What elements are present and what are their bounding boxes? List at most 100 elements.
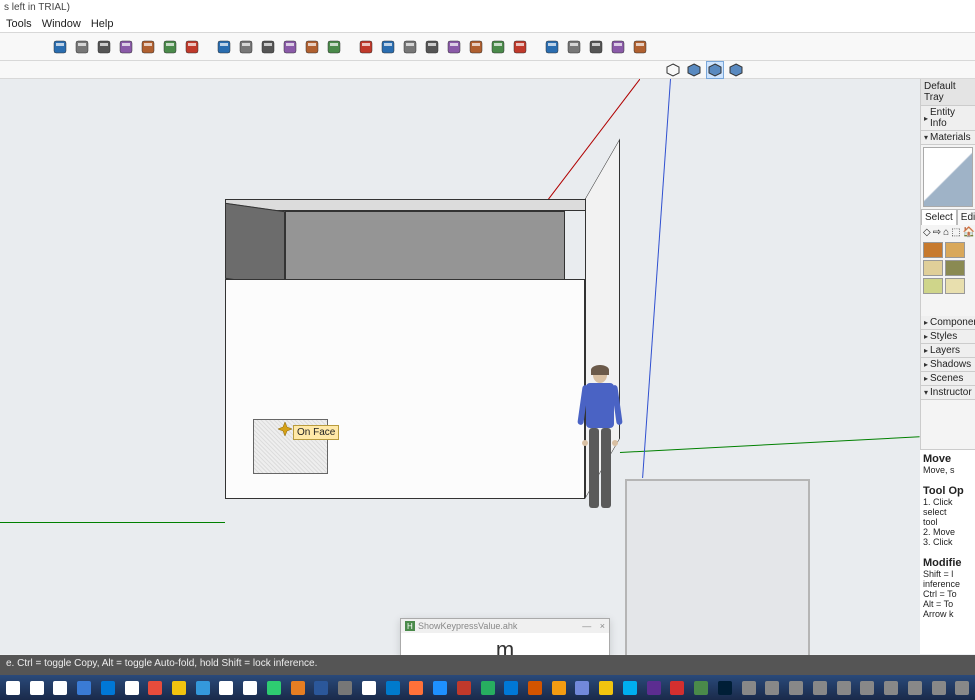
material-tool-2[interactable]: ⌂	[943, 227, 949, 238]
box-open-icon[interactable]	[280, 37, 300, 57]
taskbar-shield-icon[interactable]	[192, 678, 214, 698]
taskbar-chrome-icon[interactable]	[287, 678, 309, 698]
menu-window[interactable]: Window	[42, 18, 81, 30]
swatch-1[interactable]	[945, 242, 965, 258]
model-viewport[interactable]: On Face	[0, 79, 920, 654]
book-blue-icon[interactable]	[50, 37, 70, 57]
house-outline-icon[interactable]	[302, 37, 322, 57]
taskbar-misc2-icon[interactable]	[762, 678, 784, 698]
panel-entity-info[interactable]: Entity Info	[921, 106, 975, 131]
box-orange-icon[interactable]	[324, 37, 344, 57]
swatch-5[interactable]	[945, 278, 965, 294]
book-outline-icon[interactable]	[72, 37, 92, 57]
taskbar-tray2-icon[interactable]	[856, 678, 878, 698]
globe-blue-icon[interactable]	[542, 37, 562, 57]
book-red-icon[interactable]	[356, 37, 376, 57]
book-plain-icon[interactable]	[94, 37, 114, 57]
taskbar-store-icon[interactable]	[121, 678, 143, 698]
crosshatch-icon[interactable]	[422, 37, 442, 57]
material-tool-1[interactable]: ⇨	[933, 227, 941, 238]
panel-styles[interactable]: Styles	[921, 330, 975, 344]
grid-icon[interactable]	[400, 37, 420, 57]
tab-select[interactable]: Select	[921, 209, 957, 225]
taskbar-keyboard-icon[interactable]	[239, 678, 261, 698]
taskbar-keep-icon[interactable]	[548, 678, 570, 698]
taskbar-snip-icon[interactable]	[358, 678, 380, 698]
taskbar-explorer-icon[interactable]	[168, 678, 190, 698]
keypress-titlebar[interactable]: H ShowKeypressValue.ahk — ×	[401, 619, 609, 633]
book-dark-icon[interactable]	[488, 37, 508, 57]
taskbar-task-icon[interactable]	[49, 678, 71, 698]
tab-edit[interactable]: Edit	[957, 209, 975, 225]
taskbar-antiv-icon[interactable]	[477, 678, 499, 698]
taskbar-ie-icon[interactable]	[429, 678, 451, 698]
axis-lock-icon[interactable]	[664, 61, 682, 79]
globe-grey-icon[interactable]	[564, 37, 584, 57]
menu-tools[interactable]: Tools	[6, 18, 32, 30]
material-preview[interactable]	[923, 147, 973, 207]
menu-help[interactable]: Help	[91, 18, 114, 30]
taskbar-candy-icon[interactable]	[144, 678, 166, 698]
scale-figure[interactable]	[580, 367, 620, 517]
material-tool-0[interactable]: ◇	[923, 227, 931, 238]
taskbar-calc-icon[interactable]	[216, 678, 238, 698]
rect-pattern-icon[interactable]	[160, 37, 180, 57]
panel-layers[interactable]: Layers	[921, 344, 975, 358]
material-tool-4[interactable]: 🏠	[963, 227, 975, 238]
globe-brown-icon[interactable]	[586, 37, 606, 57]
keypress-min-icon[interactable]: —	[582, 621, 591, 631]
pages-purple-icon[interactable]	[138, 37, 158, 57]
taskbar-skype-icon[interactable]	[619, 678, 641, 698]
book-open-icon[interactable]	[378, 37, 398, 57]
taskbar-tray5-icon[interactable]	[928, 678, 950, 698]
taskbar-sketchup-icon[interactable]	[667, 678, 689, 698]
swatch-2[interactable]	[923, 260, 943, 276]
crosshatch3-icon[interactable]	[466, 37, 486, 57]
taskbar-edge-icon[interactable]	[97, 678, 119, 698]
rect-iso-icon[interactable]	[182, 37, 202, 57]
swatch-4[interactable]	[923, 278, 943, 294]
taskbar-def-icon[interactable]	[263, 678, 285, 698]
building-grey-icon[interactable]	[236, 37, 256, 57]
crosshatch2-icon[interactable]	[444, 37, 464, 57]
taskbar-notes-icon[interactable]	[595, 678, 617, 698]
taskbar-win-icon[interactable]	[2, 678, 24, 698]
leaf-icon[interactable]	[510, 37, 530, 57]
box-top-edge[interactable]	[225, 199, 620, 211]
swatch-0[interactable]	[923, 242, 943, 258]
taskbar-tray6-icon[interactable]	[951, 678, 973, 698]
taskbar-tray1-icon[interactable]	[833, 678, 855, 698]
taskbar-word-icon[interactable]	[311, 678, 333, 698]
cube-solid-icon[interactable]	[706, 61, 724, 79]
taskbar-vs-icon[interactable]	[643, 678, 665, 698]
panel-instructor[interactable]: Instructor	[921, 386, 975, 400]
taskbar-dash-icon[interactable]	[334, 678, 356, 698]
ground-rectangle[interactable]	[625, 479, 810, 684]
panel-materials[interactable]: Materials	[921, 131, 975, 145]
taskbar-search-icon[interactable]	[26, 678, 48, 698]
taskbar-misc3-icon[interactable]	[785, 678, 807, 698]
material-tool-3[interactable]: ⬚	[951, 227, 960, 238]
tray-title[interactable]: Default Tray	[921, 79, 975, 106]
pages-icon[interactable]	[116, 37, 136, 57]
swatch-3[interactable]	[945, 260, 965, 276]
taskbar-misc4-icon[interactable]	[809, 678, 831, 698]
globe-teal-icon[interactable]	[630, 37, 650, 57]
globe-dark-icon[interactable]	[608, 37, 628, 57]
taskbar-misc-icon[interactable]	[738, 678, 760, 698]
keypress-close-icon[interactable]: ×	[600, 621, 605, 631]
taskbar-firefox-icon[interactable]	[405, 678, 427, 698]
box-model[interactable]	[225, 199, 620, 449]
taskbar-audio-icon[interactable]	[453, 678, 475, 698]
house-icon[interactable]	[258, 37, 278, 57]
taskbar-oo-icon[interactable]	[524, 678, 546, 698]
building-blue-icon[interactable]	[214, 37, 234, 57]
box-inner-back[interactable]	[285, 211, 565, 281]
taskbar-code-icon[interactable]	[382, 678, 404, 698]
panel-shadows[interactable]: Shadows	[921, 358, 975, 372]
panel-components[interactable]: Components	[921, 316, 975, 330]
taskbar-onedrive-icon[interactable]	[500, 678, 522, 698]
taskbar-discord-icon[interactable]	[572, 678, 594, 698]
cube-xray-icon[interactable]	[727, 61, 745, 79]
taskbar-ps-icon[interactable]	[714, 678, 736, 698]
